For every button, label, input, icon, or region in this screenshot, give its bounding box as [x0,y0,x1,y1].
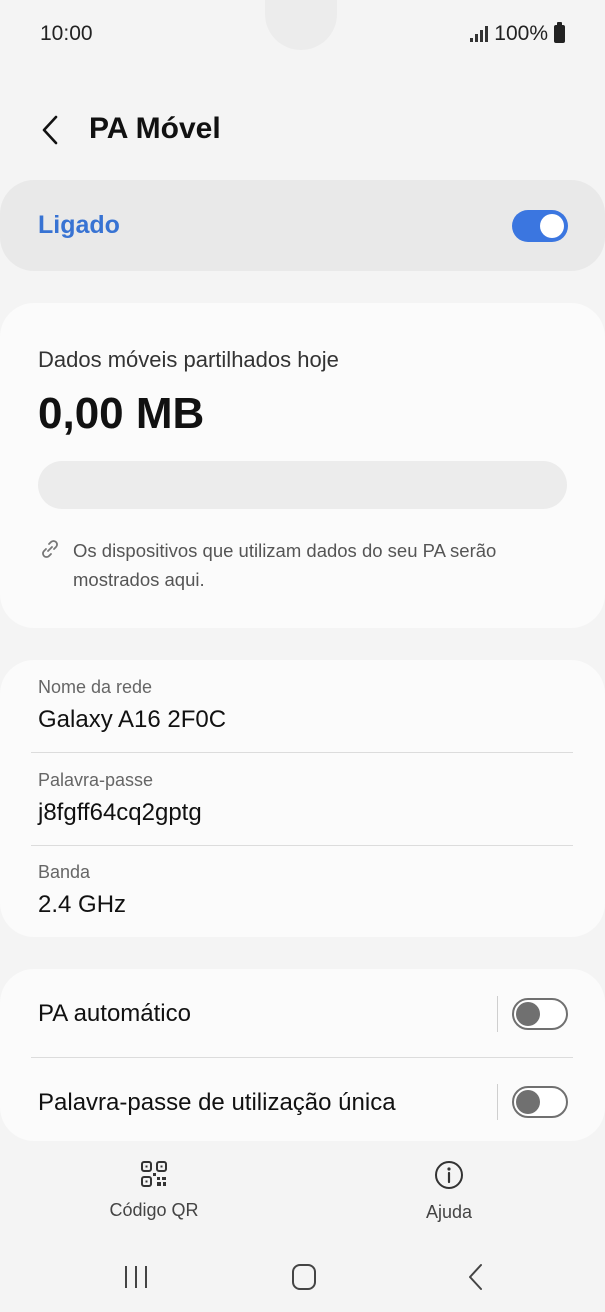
divider [31,1057,573,1058]
network-name-value: Galaxy A16 2F0C [38,706,227,733]
password-value: j8fgff64cq2gptg [38,799,202,826]
master-switch-toggle[interactable] [512,210,568,242]
network-name-row[interactable]: Nome da rede Galaxy A16 2F0C [38,677,573,734]
separator [497,1084,498,1120]
connected-devices-note: Os dispositivos que utilizam dados do se… [73,540,497,590]
master-switch-label: Ligado [38,211,120,239]
qr-code-label: Código QR [109,1200,199,1220]
back-button[interactable] [34,112,70,148]
auto-hotspot-toggle[interactable] [512,998,568,1030]
header: PA Móvel [0,100,605,160]
status-time: 10:00 [40,22,93,45]
link-icon [42,540,58,558]
usage-bar [38,461,567,509]
toggle-knob [516,1002,540,1026]
status-bar: 10:00 100% [0,0,605,70]
camera-notch [265,0,337,50]
one-time-password-label[interactable]: Palavra-passe de utilização única [38,1089,396,1117]
band-row[interactable]: Banda 2.4 GHz [38,862,573,919]
separator [497,996,498,1032]
one-time-password-toggle[interactable] [512,1086,568,1118]
recents-icon [125,1266,147,1288]
band-value: 2.4 GHz [38,891,127,918]
back-chevron-icon [42,115,58,145]
navigation-bar [0,1248,605,1308]
divider [31,845,573,846]
help-label: Ajuda [425,1202,473,1222]
password-row[interactable]: Palavra-passe j8fgff64cq2gptg [38,770,573,827]
qr-code-icon [141,1161,167,1187]
band-label: Banda [38,862,91,882]
data-usage-card: Dados móveis partilhados hoje 0,00 MB Os… [0,303,605,628]
help-button[interactable]: Ajuda [399,1160,499,1223]
info-icon [435,1161,463,1189]
recents-button[interactable] [116,1262,156,1292]
battery-percent: 100% [494,22,548,45]
master-switch-row[interactable]: Ligado [0,180,605,271]
signal-icon [470,26,489,42]
password-label: Palavra-passe [38,770,154,790]
qr-code-button[interactable]: Código QR [104,1160,204,1221]
home-icon [292,1264,316,1290]
home-button[interactable] [284,1262,324,1292]
battery-icon [554,22,565,43]
data-usage-value: 0,00 MB [38,389,205,438]
options-card: PA automático Palavra-passe de utilizaçã… [0,969,605,1141]
network-name-label: Nome da rede [38,677,153,697]
auto-hotspot-label[interactable]: PA automático [38,1000,191,1028]
back-icon [469,1264,482,1290]
bottom-actions: Código QR Ajuda [0,1150,605,1230]
data-usage-label: Dados móveis partilhados hoje [38,347,339,372]
toggle-knob [540,214,564,238]
status-indicators: 100% [470,22,565,46]
nav-back-button[interactable] [456,1262,496,1292]
network-info-card: Nome da rede Galaxy A16 2F0C Palavra-pas… [0,660,605,937]
page-title: PA Móvel [89,112,221,145]
divider [31,752,573,753]
toggle-knob [516,1090,540,1114]
